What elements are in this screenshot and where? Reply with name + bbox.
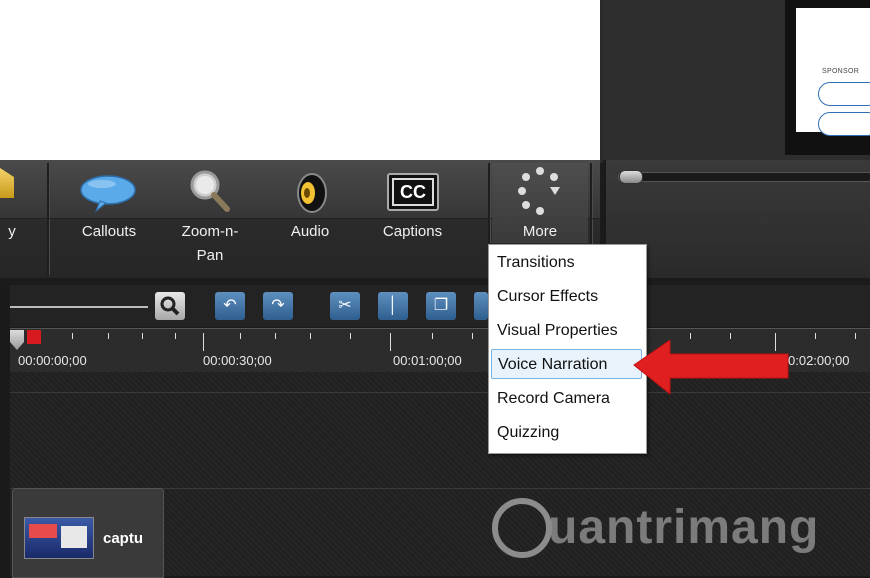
- watermark-text: uantrimang: [548, 501, 820, 554]
- audio-label: Audio: [290, 223, 330, 240]
- toolbar-partial-label: y: [8, 223, 16, 240]
- preview-sponsor-text: SPONSOR: [822, 68, 860, 75]
- ruler-tick: [472, 333, 473, 339]
- menu-item-quizzing[interactable]: Quizzing: [491, 418, 642, 448]
- ruler-tick: [815, 333, 816, 339]
- clip-label: captu: [103, 530, 144, 547]
- ruler-tick: [855, 333, 856, 339]
- zoom-in-icon: [160, 296, 180, 316]
- ruler-tick: [203, 333, 204, 351]
- preview-scrub-handle[interactable]: [619, 170, 643, 184]
- callouts-button[interactable]: Callouts: [68, 163, 150, 275]
- ruler-tick: [275, 333, 276, 339]
- ruler-tick: [175, 333, 176, 339]
- menu-item-transitions[interactable]: Transitions: [491, 248, 642, 278]
- more-button[interactable]: More: [492, 163, 588, 243]
- timeline-zoom-button[interactable]: [155, 292, 185, 320]
- ruler-tick: [310, 333, 311, 339]
- captions-button[interactable]: CC Captions: [365, 163, 460, 275]
- copy-icon: ❐: [433, 297, 449, 314]
- menu-item-visual-properties[interactable]: Visual Properties: [491, 316, 642, 346]
- ruler-tick: [142, 333, 143, 339]
- preview-field: [818, 112, 870, 136]
- ruler-tick: [240, 333, 241, 339]
- split-button[interactable]: │: [378, 292, 408, 320]
- captions-label: Captions: [382, 223, 443, 240]
- audio-icon: [297, 173, 327, 213]
- zoom-icon: [190, 170, 230, 212]
- callouts-label: Callouts: [81, 223, 137, 240]
- ruler-tick: [730, 333, 731, 339]
- more-icon: [518, 167, 560, 215]
- redo-icon: ↷: [271, 297, 285, 314]
- timeline-zoom-slider[interactable]: [0, 306, 148, 308]
- copy-button[interactable]: ❐: [426, 292, 456, 320]
- redo-button[interactable]: ↷: [263, 292, 293, 320]
- canvas-area[interactable]: [0, 0, 603, 163]
- scissors-icon: ✂: [338, 297, 352, 314]
- ruler-tick: [432, 333, 433, 339]
- preview-field: [818, 82, 870, 106]
- zoom-n-pan-label-line1: Zoom-n-: [181, 223, 239, 240]
- ruler-tick: [690, 333, 691, 339]
- menu-item-voice-narration[interactable]: Voice Narration: [491, 349, 642, 379]
- ruler-tick: [72, 333, 73, 339]
- ruler-tick: [108, 333, 109, 339]
- menu-item-cursor-effects[interactable]: Cursor Effects: [491, 282, 642, 312]
- red-arrow-icon: [633, 340, 789, 396]
- more-label: More: [522, 223, 558, 240]
- left-edge: [0, 285, 10, 576]
- ruler-top-border: [10, 328, 870, 329]
- timecode-label: 00:00:00;00: [18, 353, 87, 368]
- undo-button[interactable]: ↶: [215, 292, 245, 320]
- preview-scrub-track[interactable]: [618, 172, 870, 182]
- cut-button[interactable]: ✂: [330, 292, 360, 320]
- ruler-tick: [350, 333, 351, 339]
- ruler-tick: [390, 333, 391, 351]
- clip-thumbnail: [24, 517, 94, 559]
- paste-button[interactable]: [474, 292, 488, 320]
- more-dropdown-menu: Transitions Cursor Effects Visual Proper…: [488, 244, 647, 454]
- playhead[interactable]: [27, 330, 41, 344]
- zoom-n-pan-label-line2: Pan: [196, 247, 224, 264]
- callouts-icon: [80, 175, 136, 213]
- split-icon: │: [388, 297, 398, 314]
- toolbar-divider: [488, 163, 491, 243]
- watermark-logo-icon: [492, 498, 552, 558]
- zoom-n-pan-button[interactable]: Zoom-n- Pan: [160, 163, 260, 275]
- audio-button[interactable]: Audio: [270, 163, 350, 275]
- timecode-label: 00:00:30;00: [203, 353, 272, 368]
- undo-icon: ↶: [223, 297, 237, 314]
- toolbar-divider: [47, 163, 50, 275]
- timecode-label: 0:02:00;00: [788, 353, 850, 368]
- captions-icon: CC: [387, 173, 439, 211]
- menu-item-record-camera[interactable]: Record Camera: [491, 384, 642, 414]
- timecode-label: 00:01:00;00: [393, 353, 462, 368]
